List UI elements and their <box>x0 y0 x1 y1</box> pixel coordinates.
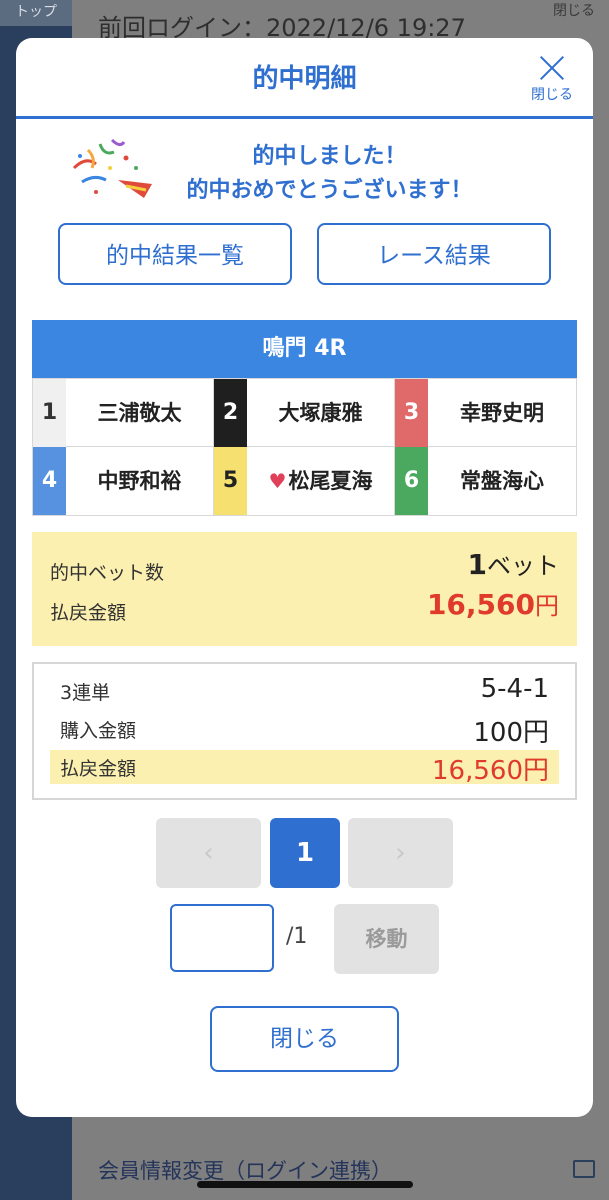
hit-summary: 的中ベット数 1ベット 払戻金額 16,560円 <box>32 532 577 646</box>
close-icon <box>538 54 566 82</box>
racer-number: 2 <box>214 379 247 447</box>
bet-type-row: 3連単 5-4-1 <box>50 674 559 708</box>
congrats-line-2: 的中おめでとうございます！ <box>186 178 473 203</box>
racer-5: 5 ♥松尾夏海 <box>214 447 395 515</box>
racer-4: 4 中野和裕 <box>33 447 214 515</box>
close-button[interactable]: 閉じる <box>525 48 579 104</box>
racer-name: 大塚康雅 <box>278 401 363 425</box>
detail-payout-value: 16,560円 <box>432 756 549 786</box>
race-results-button[interactable]: レース結果 <box>317 223 551 285</box>
page-total: /1 <box>286 924 308 949</box>
racer-number: 4 <box>33 447 66 515</box>
payout-row: 払戻金額 16,560円 <box>50 750 559 786</box>
purchase-label: 購入金額 <box>60 720 137 742</box>
racer-number: 5 <box>214 447 247 515</box>
hit-bets-label: 的中ベット数 <box>50 562 165 584</box>
racer-number: 3 <box>395 379 428 447</box>
modal-title: 的中明細 <box>252 64 357 94</box>
congrats-section: 的中しました！ 的中おめでとうございます！ <box>16 138 593 208</box>
racer-name: 松尾夏海 <box>288 469 373 493</box>
purchase-row: 購入金額 100円 <box>50 712 559 748</box>
racer-6: 6 常盤海心 <box>395 447 576 515</box>
racer-name: 常盤海心 <box>460 469 544 493</box>
racer-name-favorite: ♥松尾夏海 <box>247 447 394 515</box>
move-button[interactable]: 移動 <box>334 904 439 974</box>
page-number-input[interactable] <box>170 904 274 972</box>
racer-3: 3 幸野史明 <box>395 379 576 447</box>
close-bottom-button[interactable]: 閉じる <box>210 1006 399 1072</box>
hit-details-modal: 的中明細 閉じる 的中しました！ 的中おめでとうございます！ 的中結果一覧 レー… <box>16 38 593 1117</box>
racer-name: 幸野史明 <box>460 401 544 425</box>
heart-icon: ♥ <box>268 469 287 493</box>
racer-number: 6 <box>395 447 428 515</box>
racer-name: 三浦敬太 <box>97 401 182 425</box>
detail-payout-label: 払戻金額 <box>60 758 137 780</box>
payout-value: 16,560円 <box>426 588 559 621</box>
hit-bets-value: 1ベット <box>467 548 559 581</box>
close-button-label: 閉じる <box>531 87 573 103</box>
congrats-message: 的中しました！ 的中おめでとうございます！ <box>146 140 513 208</box>
racer-grid: 1 三浦敬太 2 大塚康雅 3 幸野史明 4 中野和裕 5 ♥松尾夏海 6 常盤… <box>32 378 577 516</box>
current-page-button[interactable]: 1 <box>270 818 340 888</box>
bet-detail: 3連単 5-4-1 購入金額 100円 払戻金額 16,560円 <box>32 662 577 800</box>
party-popper-icon <box>72 138 152 198</box>
next-page-button[interactable]: › <box>348 818 453 888</box>
purchase-value: 100円 <box>473 718 549 748</box>
background-close-link: 閉じる <box>553 3 595 19</box>
bet-type-value: 5-4-1 <box>480 674 549 704</box>
racer-1: 1 三浦敬太 <box>33 379 214 447</box>
home-indicator <box>197 1181 413 1188</box>
background-top-tab: トップ <box>0 0 72 26</box>
hit-results-list-button[interactable]: 的中結果一覧 <box>58 223 292 285</box>
race-title: 鳴門 4R <box>32 320 577 378</box>
previous-page-button[interactable]: ‹ <box>156 818 261 888</box>
bet-type-label: 3連単 <box>60 682 111 704</box>
racer-name: 中野和裕 <box>97 469 182 493</box>
payout-label: 払戻金額 <box>50 602 127 624</box>
modal-header: 的中明細 閉じる <box>16 38 593 119</box>
congrats-line-1: 的中しました！ <box>252 144 407 169</box>
racer-number: 1 <box>33 379 66 447</box>
external-window-icon <box>573 1160 595 1178</box>
racer-2: 2 大塚康雅 <box>214 379 395 447</box>
